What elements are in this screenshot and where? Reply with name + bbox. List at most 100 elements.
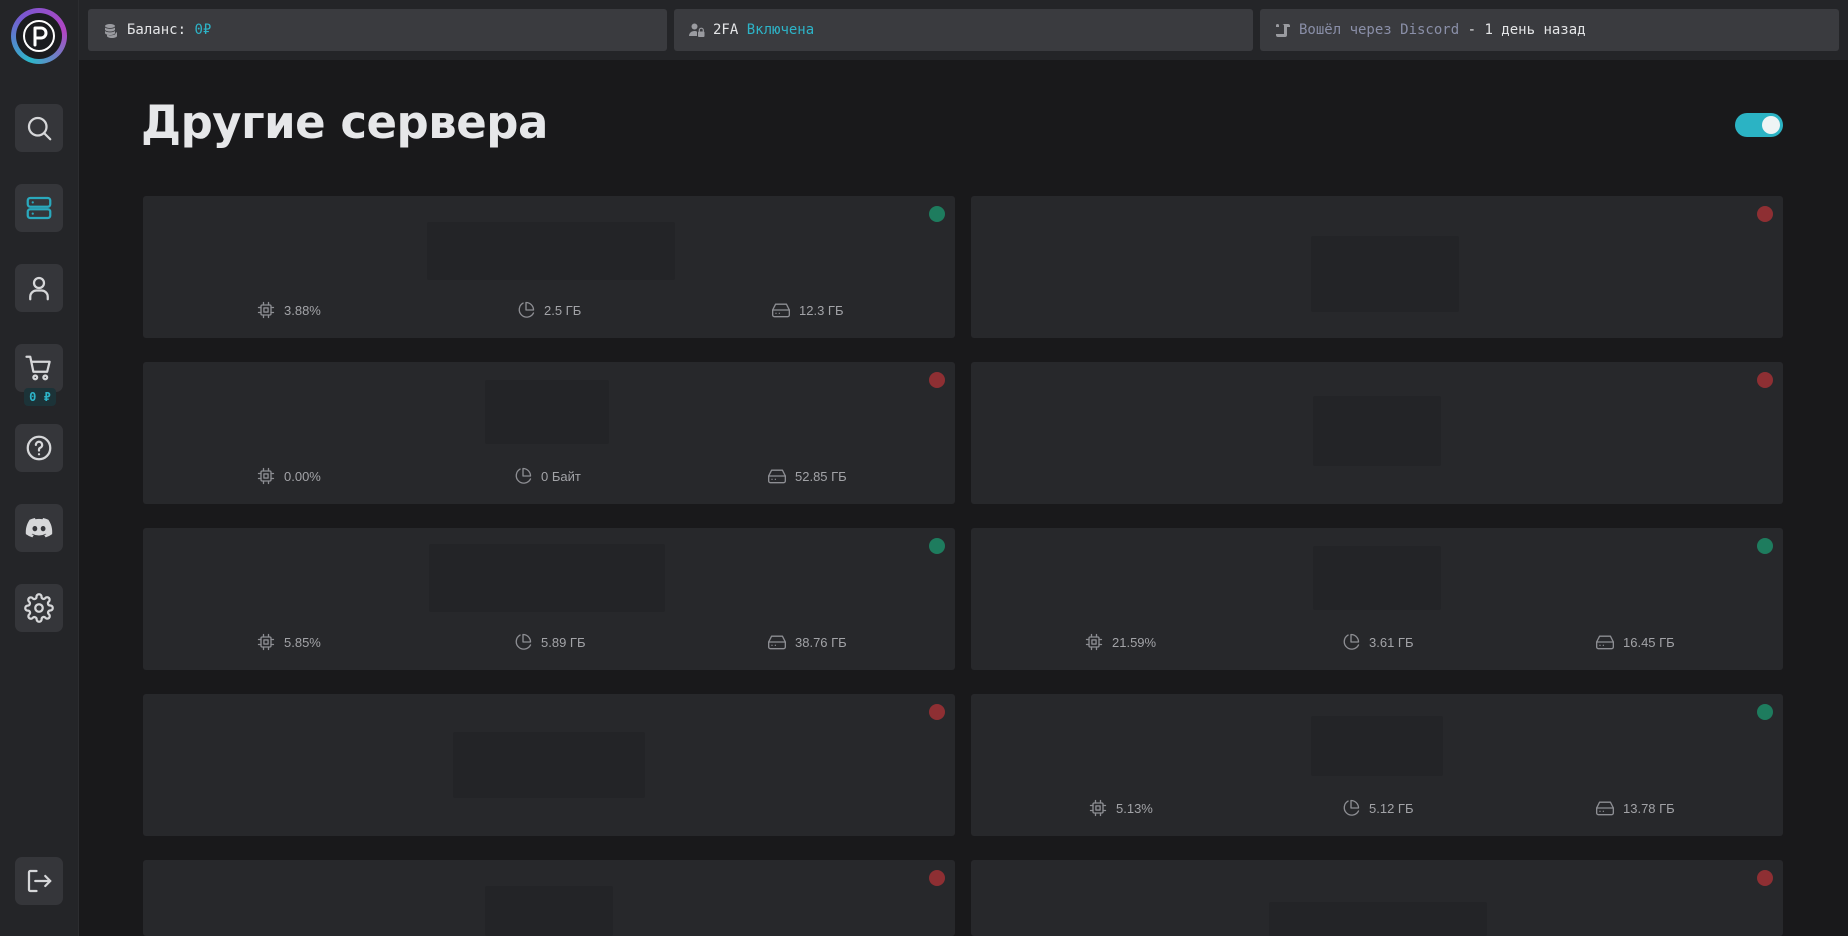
server-banner-placeholder xyxy=(1269,902,1487,936)
cpu-stat: 21.59% xyxy=(1084,632,1156,652)
ram-stat: 0 Байт xyxy=(513,466,581,486)
server-card[interactable]: 5.85% 5.89 ГБ 38.76 ГБ xyxy=(143,528,955,670)
status-indicator-offline xyxy=(929,372,945,388)
ram-stat: 3.61 ГБ xyxy=(1341,632,1413,652)
pie-chart-icon xyxy=(518,301,535,318)
server-card[interactable]: 0.00% 0 Байт 52.85 ГБ xyxy=(143,362,955,504)
ram-stat: 2.5 ГБ xyxy=(516,300,581,320)
disk-stat: 52.85 ГБ xyxy=(767,466,847,486)
status-indicator-online xyxy=(1757,704,1773,720)
ram-stat: 5.89 ГБ xyxy=(513,632,585,652)
page-title: Другие сервера xyxy=(141,96,548,149)
login-info-panel[interactable]: Вошёл через Discord - 1 день назад xyxy=(1260,9,1839,51)
hard-drive-icon xyxy=(772,303,790,318)
disk-value: 16.45 ГБ xyxy=(1623,634,1675,650)
logout-button[interactable] xyxy=(15,857,63,905)
disk-value: 38.76 ГБ xyxy=(795,634,847,650)
cpu-stat: 5.13% xyxy=(1088,798,1153,818)
ram-value: 5.12 ГБ xyxy=(1369,800,1414,816)
hard-drive-icon xyxy=(768,469,786,484)
discord-icon xyxy=(25,518,53,538)
pie-chart-icon xyxy=(1343,633,1360,650)
gear-icon xyxy=(24,593,54,623)
status-indicator-offline xyxy=(1757,372,1773,388)
server-banner-placeholder xyxy=(427,222,675,280)
balance-label: Баланс: xyxy=(127,22,187,38)
sidebar-item-help[interactable] xyxy=(15,424,63,472)
server-banner-placeholder xyxy=(1313,396,1441,466)
cpu-value: 5.13% xyxy=(1116,800,1153,816)
sidebar-item-search[interactable] xyxy=(15,104,63,152)
cpu-icon xyxy=(1089,799,1107,817)
login-method: Вошёл через Discord xyxy=(1299,22,1460,38)
server-banner-placeholder xyxy=(453,732,645,798)
server-banner-placeholder xyxy=(485,380,609,444)
sidebar-item-cart[interactable] xyxy=(15,344,63,392)
cpu-icon xyxy=(257,633,275,651)
sidebar-item-servers[interactable] xyxy=(15,184,63,232)
server-card[interactable] xyxy=(971,196,1783,338)
twofa-label: 2FA xyxy=(713,22,739,38)
hard-drive-icon xyxy=(768,635,786,650)
server-card[interactable] xyxy=(143,860,955,936)
server-card[interactable] xyxy=(143,694,955,836)
status-indicator-online xyxy=(1757,538,1773,554)
cpu-stat: 5.85% xyxy=(256,632,321,652)
cpu-stat: 3.88% xyxy=(256,300,321,320)
user-icon xyxy=(29,276,49,301)
cpu-value: 21.59% xyxy=(1112,634,1157,650)
hard-drive-icon xyxy=(1596,635,1614,650)
cpu-icon xyxy=(1085,633,1103,651)
server-banner-placeholder xyxy=(485,886,613,936)
disk-stat: 12.3 ГБ xyxy=(771,300,843,320)
coins-icon xyxy=(103,22,119,38)
logout-icon xyxy=(27,869,52,893)
cpu-value: 3.88% xyxy=(284,302,321,318)
server-card[interactable]: 5.13% 5.12 ГБ 13.78 ГБ xyxy=(971,694,1783,836)
twofa-panel[interactable]: 2FA Включена xyxy=(674,9,1253,51)
logo-icon xyxy=(16,13,62,59)
disk-stat: 38.76 ГБ xyxy=(767,632,847,652)
cpu-value: 0.00% xyxy=(284,468,321,484)
sidebar-item-account[interactable] xyxy=(15,264,63,312)
top-bar: Баланс: 0₽ 2FA Включена Вошёл через Disc… xyxy=(79,0,1848,60)
cpu-icon xyxy=(257,301,275,319)
disk-value: 52.85 ГБ xyxy=(795,468,847,484)
sidebar-item-discord[interactable] xyxy=(15,504,63,552)
cpu-value: 5.85% xyxy=(284,634,321,650)
status-indicator-offline xyxy=(929,870,945,886)
sidebar-item-settings[interactable] xyxy=(15,584,63,632)
server-card[interactable]: 3.88% 2.5 ГБ 12.3 ГБ xyxy=(143,196,955,338)
status-indicator-offline xyxy=(929,704,945,720)
server-banner-placeholder xyxy=(1313,546,1441,610)
disk-value: 13.78 ГБ xyxy=(1623,800,1675,816)
sidebar: 0 ₽ xyxy=(0,0,79,936)
server-card[interactable] xyxy=(971,362,1783,504)
status-indicator-online xyxy=(929,206,945,222)
server-icon xyxy=(26,196,52,220)
help-icon xyxy=(26,435,52,461)
pie-chart-icon xyxy=(515,467,532,484)
twofa-status: Включена xyxy=(746,22,815,38)
toggle-knob xyxy=(1762,116,1780,134)
logo[interactable] xyxy=(11,8,67,64)
disk-value: 12.3 ГБ xyxy=(799,302,844,318)
balance-panel[interactable]: Баланс: 0₽ xyxy=(88,9,667,51)
ram-value: 0 Байт xyxy=(541,468,581,484)
ram-value: 3.61 ГБ xyxy=(1369,634,1414,650)
server-card[interactable]: 21.59% 3.61 ГБ 16.45 ГБ xyxy=(971,528,1783,670)
cart-icon xyxy=(25,355,51,381)
server-card[interactable] xyxy=(971,860,1783,936)
disk-stat: 16.45 ГБ xyxy=(1595,632,1675,652)
login-time: - 1 день назад xyxy=(1467,22,1586,38)
cart-balance-badge: 0 ₽ xyxy=(24,388,56,406)
status-indicator-offline xyxy=(1757,206,1773,222)
hard-drive-icon xyxy=(1596,801,1614,816)
server-banner-placeholder xyxy=(429,544,665,612)
pie-chart-icon xyxy=(515,633,532,650)
status-indicator-online xyxy=(929,538,945,554)
ram-value: 2.5 ГБ xyxy=(544,302,582,318)
scroll-icon xyxy=(1275,22,1291,38)
disk-stat: 13.78 ГБ xyxy=(1595,798,1675,818)
view-toggle[interactable] xyxy=(1735,113,1783,137)
